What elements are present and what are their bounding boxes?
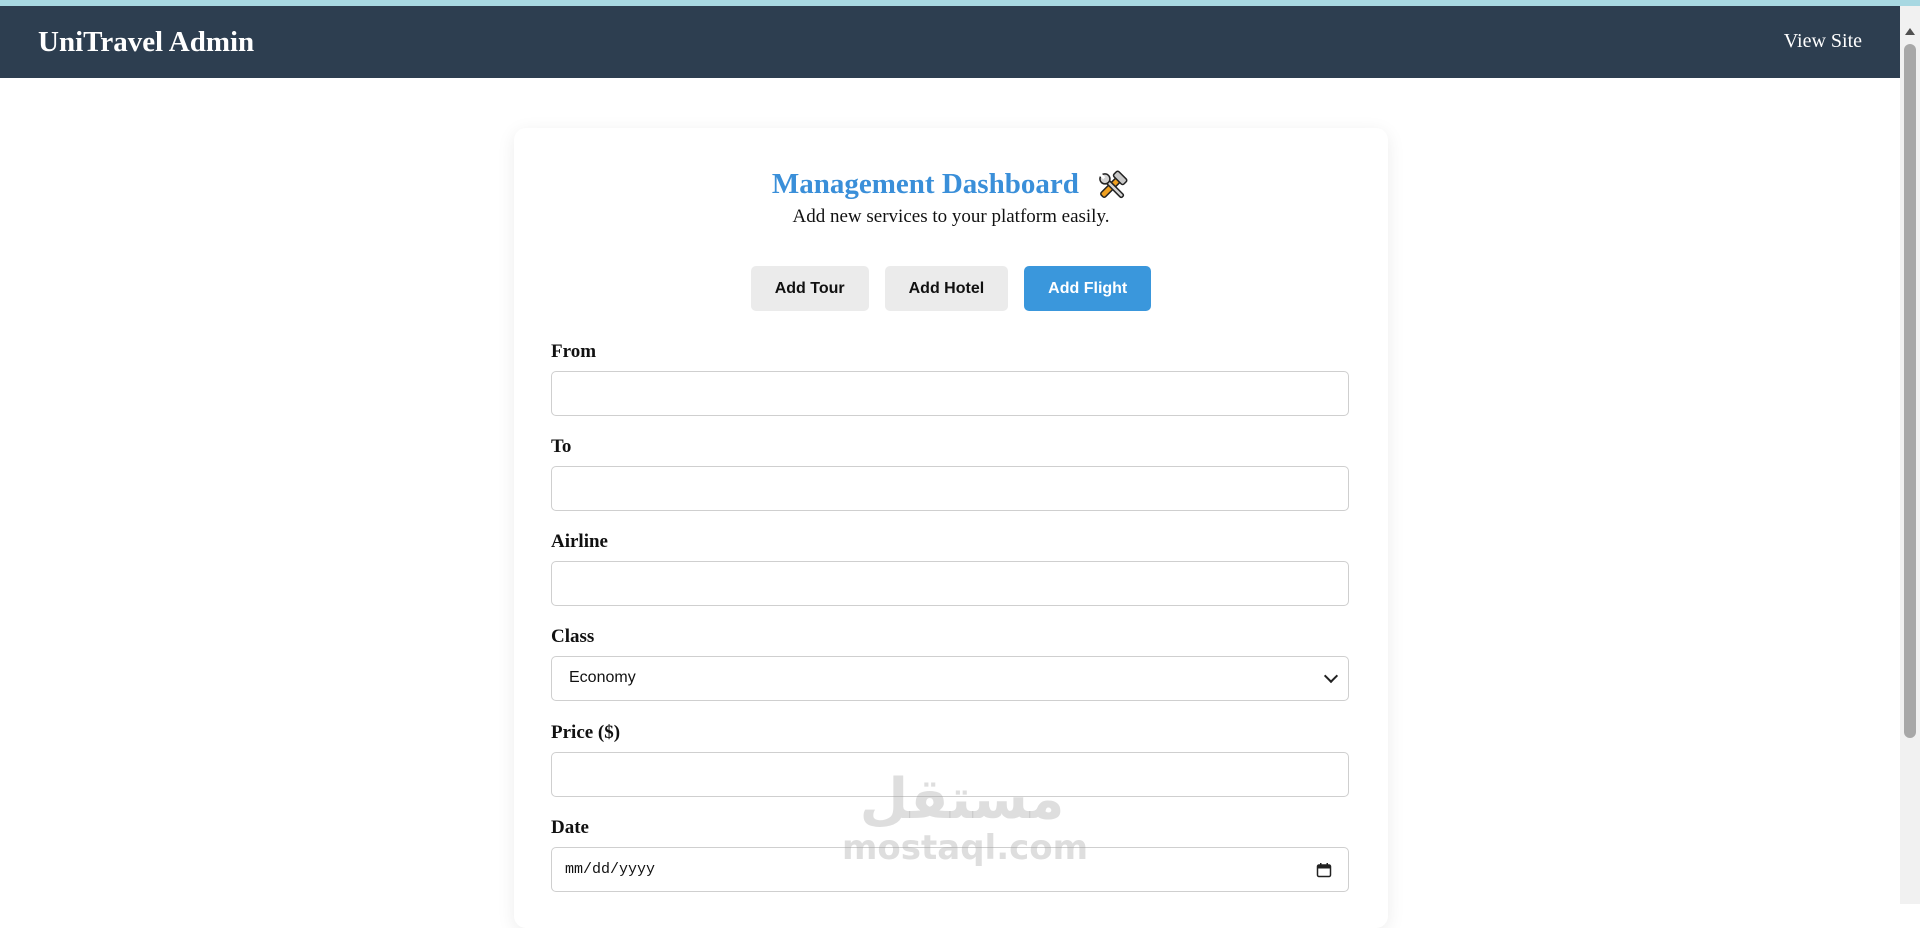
airline-input[interactable] [551, 561, 1349, 606]
chevron-down-icon [1323, 668, 1339, 684]
date-label: Date [551, 817, 589, 838]
brand-title[interactable]: UniTravel Admin [38, 26, 254, 59]
from-input[interactable] [551, 371, 1349, 416]
date-input[interactable]: mm/dd/yyyy [551, 847, 1349, 892]
tab-add-hotel[interactable]: Add Hotel [884, 266, 1009, 311]
airline-label: Airline [551, 531, 608, 552]
view-site-link[interactable]: View Site [1784, 30, 1862, 53]
class-selected-value: Economy [569, 669, 636, 686]
page-subtitle: Add new services to your platform easily… [792, 206, 1110, 227]
page-scrollbar[interactable] [1900, 6, 1920, 904]
navbar: UniTravel Admin View Site [0, 6, 1900, 78]
date-placeholder: mm/dd/yyyy [565, 861, 656, 878]
tab-add-flight[interactable]: Add Flight [1024, 266, 1152, 311]
class-label: Class [551, 626, 595, 647]
calendar-icon[interactable] [1316, 862, 1332, 878]
page-title-text: Management Dashboard [771, 168, 1079, 200]
price-label: Price ($) [551, 722, 621, 743]
tab-add-tour[interactable]: Add Tour [750, 266, 869, 311]
to-label: To [551, 436, 572, 457]
from-label: From [551, 341, 597, 362]
scrollbar-thumb[interactable] [1904, 44, 1916, 738]
page-title: Management Dashboard [514, 168, 1388, 202]
price-input[interactable] [551, 752, 1349, 797]
scroll-up-arrow-icon[interactable] [1905, 28, 1915, 35]
tools-icon [1094, 170, 1130, 202]
class-select[interactable]: Economy [551, 656, 1349, 701]
to-input[interactable] [551, 466, 1349, 511]
dashboard-card: Management Dashboard Add new services to… [514, 128, 1388, 928]
service-tabs: Add Tour Add Hotel Add Flight [514, 266, 1388, 311]
